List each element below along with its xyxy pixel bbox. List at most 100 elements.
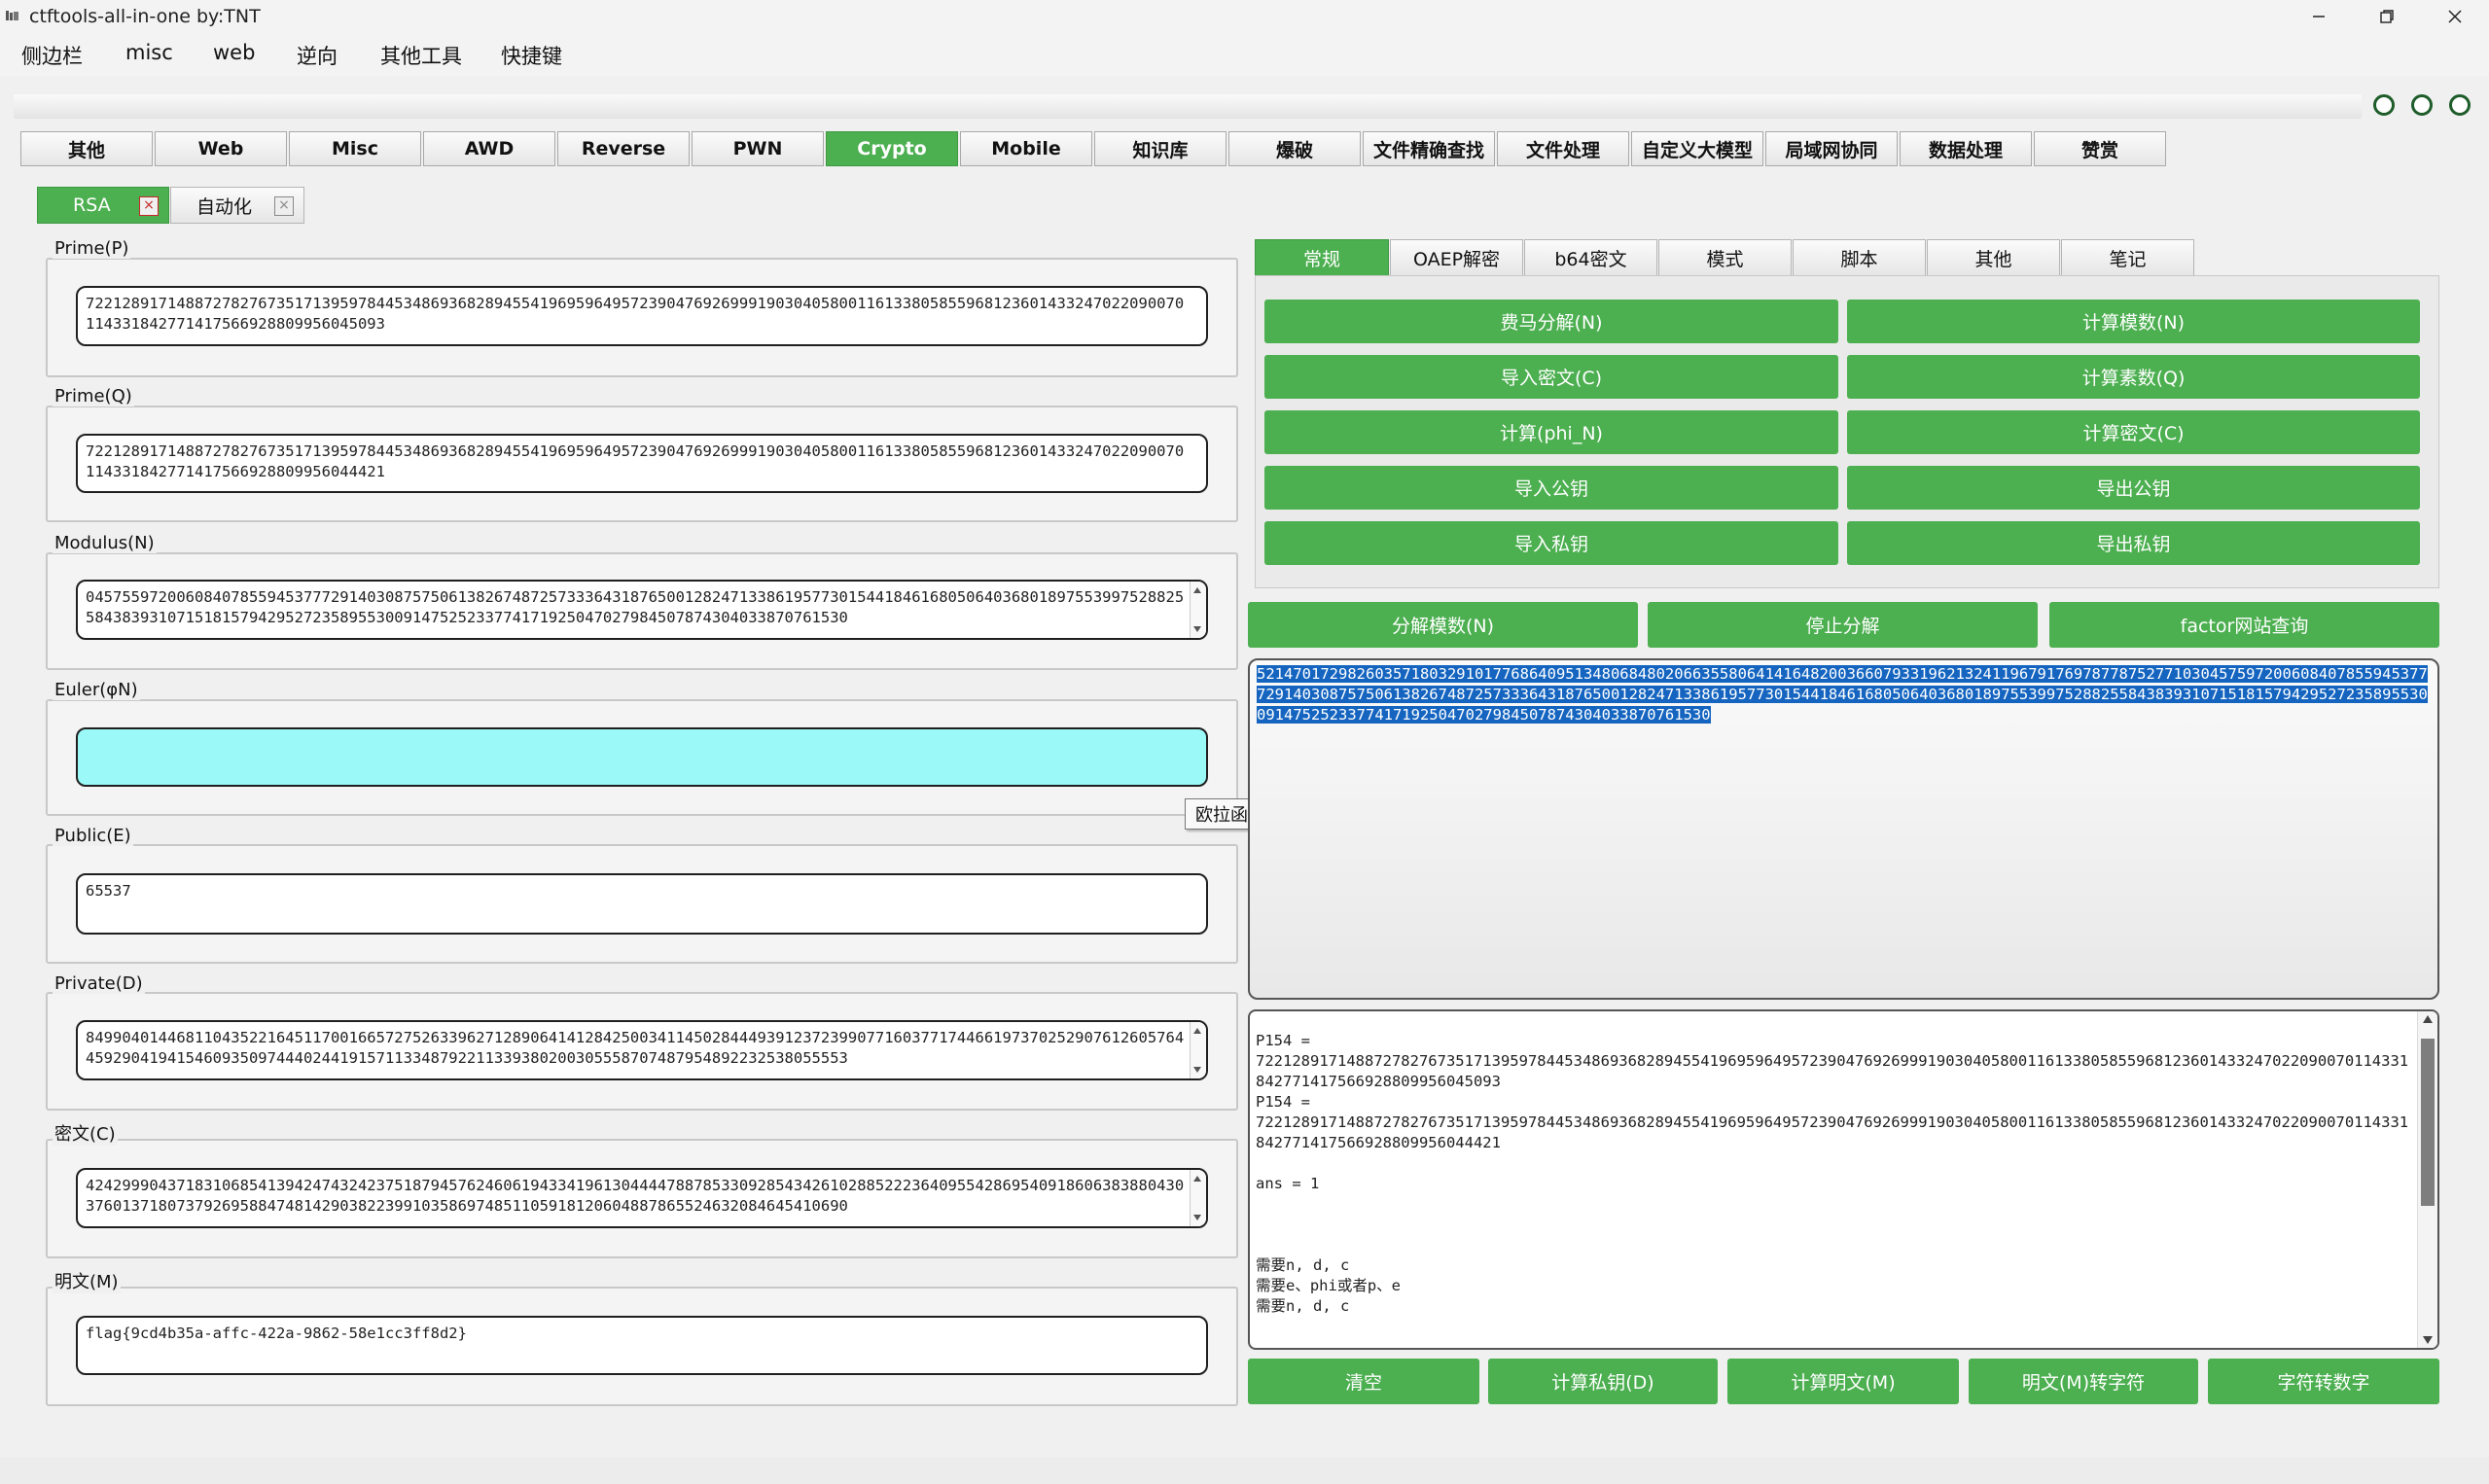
compute-ciphertext-button[interactable]: 计算密文(C) (1847, 410, 2420, 454)
menu-sidebar[interactable]: 侧边栏 (21, 41, 83, 70)
subtab-rsa[interactable]: RSA × (37, 187, 169, 224)
tab-notes[interactable]: 笔记 (2061, 239, 2194, 276)
tab-b64-ciphertext[interactable]: b64密文 (1524, 239, 1657, 276)
factor-output-text: 5214701729826035718032910177686409513480… (1257, 665, 2428, 724)
prime-q-label: Prime(Q) (53, 386, 134, 406)
ciphertext-c-label: 密文(C) (53, 1120, 118, 1146)
euler-phi-field[interactable] (76, 727, 1208, 787)
menu-other-tools[interactable]: 其他工具 (380, 41, 462, 70)
public-e-label: Public(E) (53, 826, 133, 846)
tab-file-search[interactable]: 文件精确查找 (1363, 131, 1495, 166)
scroll-up-icon (1193, 587, 1201, 593)
plaintext-to-string-button[interactable]: 明文(M)转字符 (1969, 1359, 2198, 1404)
maximize-button[interactable] (2353, 0, 2421, 33)
clear-button[interactable]: 清空 (1248, 1359, 1479, 1404)
close-icon[interactable]: × (274, 196, 294, 216)
import-ciphertext-button[interactable]: 导入密文(C) (1264, 355, 1838, 399)
modulus-n-field[interactable]: 0457559720060840785594537772914030875750… (76, 580, 1208, 640)
scroll-down-icon (1193, 1067, 1201, 1073)
tab-script[interactable]: 脚本 (1793, 239, 1926, 276)
tab-lan-collab[interactable]: 局域网协同 (1765, 131, 1898, 166)
compute-plaintext-button[interactable]: 计算明文(M) (1727, 1359, 1959, 1404)
public-e-field[interactable]: 65537 (76, 873, 1208, 935)
close-icon[interactable]: × (139, 196, 159, 216)
ciphertext-c-scrollbar[interactable] (1190, 1170, 1206, 1226)
stop-factor-button[interactable]: 停止分解 (1648, 602, 2038, 648)
prime-q-field[interactable]: 7221289171488727827673517139597844534869… (76, 434, 1208, 493)
ciphertext-c-value: 4242999043718310685413942474324237518794… (86, 1177, 1185, 1215)
tab-mobile[interactable]: Mobile (960, 131, 1092, 166)
factor-modulus-button[interactable]: 分解模数(N) (1248, 602, 1638, 648)
scroll-down-icon (1193, 626, 1201, 632)
tab-bruteforce[interactable]: 爆破 (1228, 131, 1361, 166)
compute-phi-button[interactable]: 计算(phi_N) (1264, 410, 1838, 454)
euler-phi-label: Euler(φN) (53, 680, 140, 700)
log-text: P154 = 722128917148872782767351713959784… (1256, 1032, 2409, 1315)
import-public-key-button[interactable]: 导入公钥 (1264, 466, 1838, 510)
modulus-n-label: Modulus(N) (53, 533, 157, 553)
title-bar: ctftools-all-in-one by:TNT (0, 0, 2489, 33)
modulus-n-scrollbar[interactable] (1190, 582, 1206, 638)
restore-icon (2380, 10, 2394, 23)
scroll-thumb[interactable] (2421, 1039, 2435, 1206)
scroll-down-icon (2423, 1336, 2433, 1344)
compute-private-key-button[interactable]: 计算私钥(D) (1488, 1359, 1718, 1404)
log-output-box[interactable]: P154 = 722128917148872782767351713959784… (1248, 1009, 2439, 1350)
tab-web[interactable]: Web (155, 131, 287, 166)
tab-other[interactable]: 其他 (20, 131, 153, 166)
private-d-scrollbar[interactable] (1190, 1022, 1206, 1078)
tab-data-processing[interactable]: 数据处理 (1900, 131, 2032, 166)
public-e-value: 65537 (86, 882, 131, 900)
close-icon (2448, 10, 2462, 23)
prime-p-value: 7221289171488727827673517139597844534869… (86, 295, 1185, 333)
minimize-icon (2313, 16, 2325, 18)
tab-general[interactable]: 常规 (1255, 239, 1389, 276)
ciphertext-c-field[interactable]: 4242999043718310685413942474324237518794… (76, 1168, 1208, 1228)
prime-p-label: Prime(P) (53, 238, 131, 259)
tab-misc[interactable]: Misc (289, 131, 421, 166)
tab-reverse[interactable]: Reverse (557, 131, 690, 166)
tab-mode[interactable]: 模式 (1658, 239, 1792, 276)
app-icon (6, 11, 18, 20)
string-to-number-button[interactable]: 字符转数字 (2208, 1359, 2439, 1404)
plaintext-m-label: 明文(M) (53, 1268, 121, 1293)
export-private-key-button[interactable]: 导出私钥 (1847, 521, 2420, 565)
subtab-automation[interactable]: 自动化 × (170, 187, 304, 224)
menu-reverse[interactable]: 逆向 (297, 41, 338, 70)
tab-other-right[interactable]: 其他 (1927, 239, 2060, 276)
tab-pwn[interactable]: PWN (692, 131, 824, 166)
factor-website-button[interactable]: factor网站查询 (2049, 602, 2439, 648)
private-d-field[interactable]: 8499040144681104352216451170016657275263… (76, 1020, 1208, 1080)
window-title: ctftools-all-in-one by:TNT (29, 6, 261, 27)
tab-crypto[interactable]: Crypto (826, 131, 958, 166)
tab-file-processing[interactable]: 文件处理 (1497, 131, 1629, 166)
tab-donate[interactable]: 赞赏 (2034, 131, 2166, 166)
tab-awd[interactable]: AWD (423, 131, 555, 166)
menu-shortcuts[interactable]: 快捷键 (501, 41, 562, 70)
compute-modulus-button[interactable]: 计算模数(N) (1847, 300, 2420, 343)
private-d-value: 8499040144681104352216451170016657275263… (86, 1029, 1185, 1067)
export-public-key-button[interactable]: 导出公钥 (1847, 466, 2420, 510)
modulus-n-value: 0457559720060840785594537772914030875750… (86, 588, 1185, 626)
tab-knowledge-base[interactable]: 知识库 (1094, 131, 1227, 166)
tab-custom-llm[interactable]: 自定义大模型 (1631, 131, 1763, 166)
private-d-label: Private(D) (53, 973, 145, 994)
compute-prime-q-button[interactable]: 计算素数(Q) (1847, 355, 2420, 399)
close-button[interactable] (2421, 0, 2489, 33)
menu-bar: 侧边栏 misc web 逆向 其他工具 快捷键 (0, 33, 2489, 76)
plaintext-m-field[interactable]: flag{9cd4b35a-affc-422a-9862-58e1cc3ff8d… (76, 1316, 1208, 1375)
circle-button-2[interactable] (2411, 94, 2433, 116)
tab-oaep-decrypt[interactable]: OAEP解密 (1390, 239, 1523, 276)
import-private-key-button[interactable]: 导入私钥 (1264, 521, 1838, 565)
prime-q-value: 7221289171488727827673517139597844534869… (86, 442, 1185, 480)
fermat-factor-button[interactable]: 费马分解(N) (1264, 300, 1838, 343)
circle-button-3[interactable] (2449, 94, 2471, 116)
factor-output-box[interactable]: 5214701729826035718032910177686409513480… (1248, 658, 2439, 1000)
prime-p-field[interactable]: 7221289171488727827673517139597844534869… (76, 286, 1208, 346)
status-bar (0, 1458, 2489, 1484)
circle-button-1[interactable] (2373, 94, 2395, 116)
menu-web[interactable]: web (213, 41, 255, 64)
log-scrollbar[interactable] (2417, 1011, 2437, 1348)
minimize-button[interactable] (2285, 0, 2353, 33)
menu-misc[interactable]: misc (125, 41, 173, 64)
